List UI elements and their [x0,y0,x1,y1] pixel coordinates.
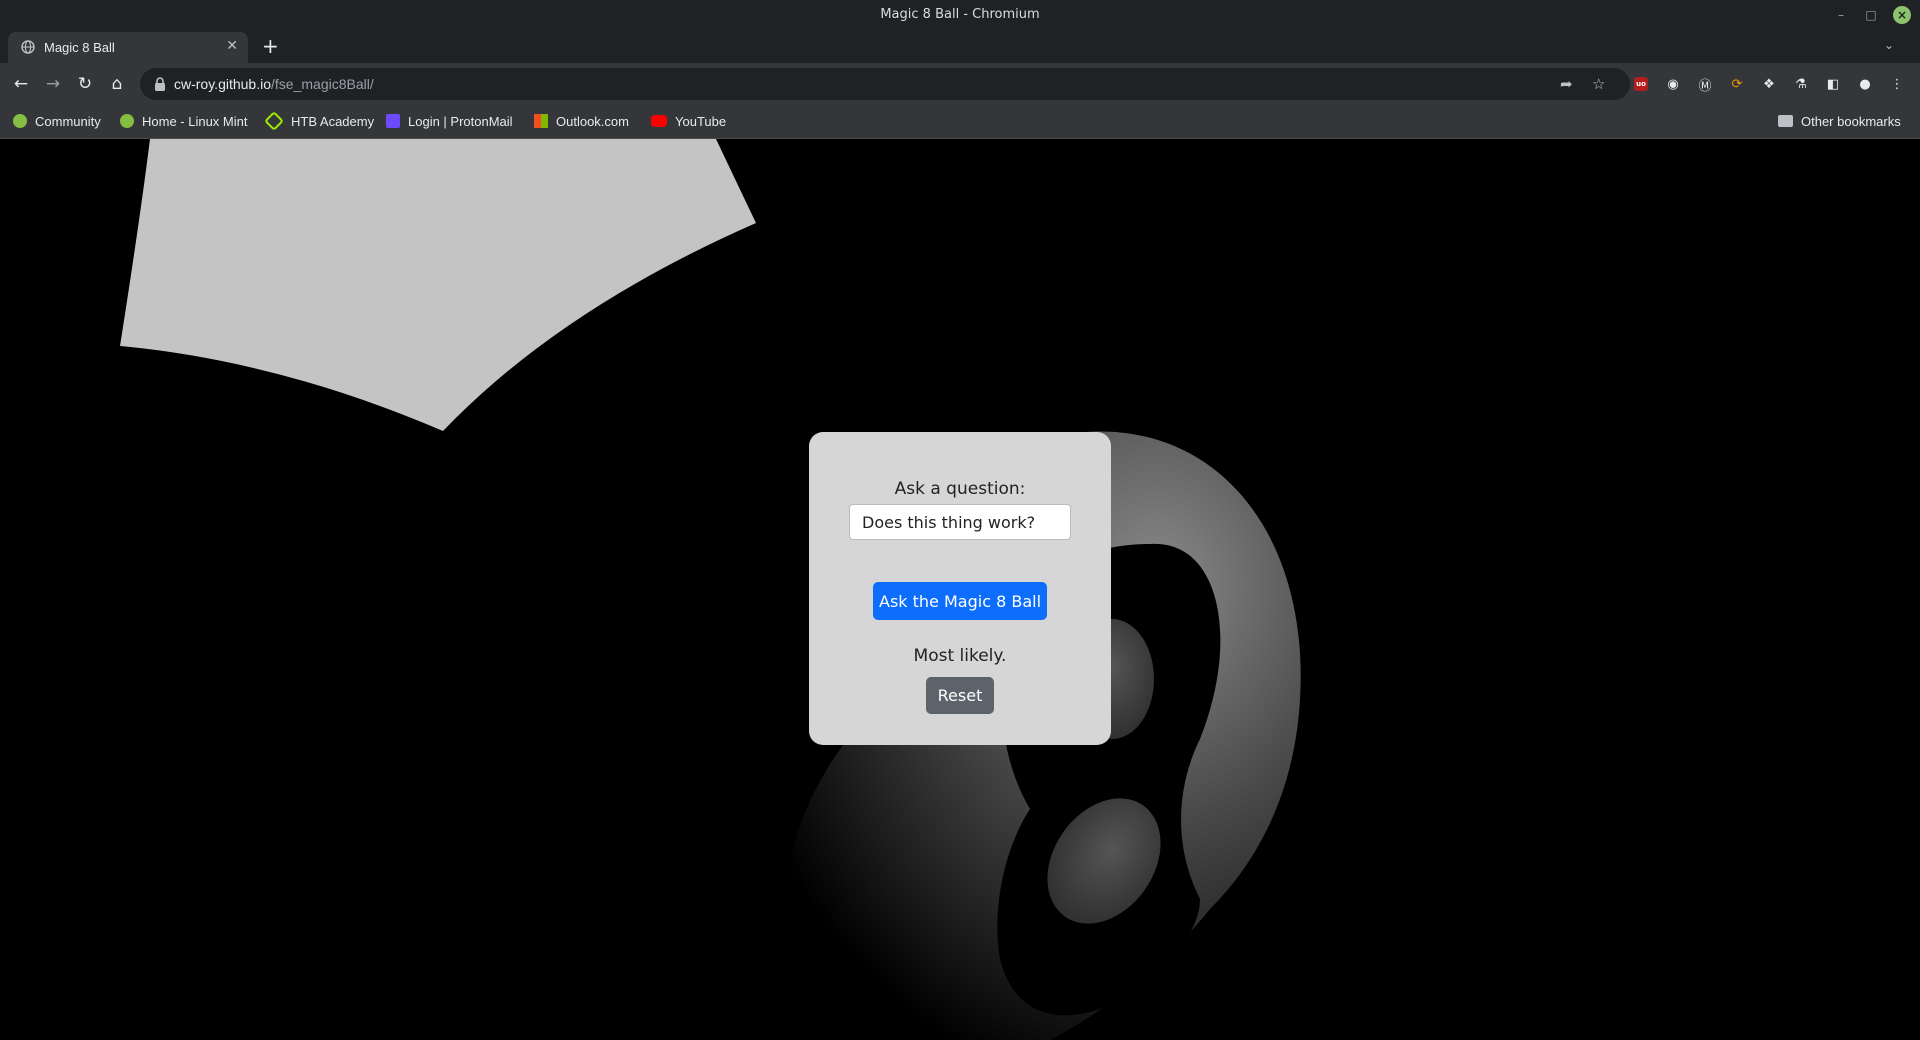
share-icon[interactable]: ➦ [1560,75,1573,93]
ask-button[interactable]: Ask the Magic 8 Ball [873,582,1047,620]
bookmark-home-linux-mint[interactable]: Home - Linux Mint [120,112,247,130]
bookmark-label: Home - Linux Mint [142,113,248,129]
bookmark-community[interactable]: Community [13,112,101,130]
question-input[interactable] [849,504,1071,540]
bookmark-label: Outlook.com [556,113,629,129]
linux-mint-icon [120,114,134,128]
youtube-icon [651,115,667,127]
wappalyzer-icon[interactable]: Ⓜ [1694,73,1716,95]
bookmark-htb-academy[interactable]: HTB Academy [264,111,375,131]
answer-text: Most likely. [913,646,1007,666]
side-panel-icon[interactable]: ◧ [1822,73,1844,95]
protonmail-icon [386,114,400,128]
labs-flask-icon[interactable]: ⚗ [1790,73,1812,95]
question-label: Ask a question: [894,479,1026,499]
lock-icon[interactable] [154,77,166,91]
extensions-puzzle-icon[interactable]: ❖ [1758,73,1780,95]
reload-icon[interactable]: ↻ [75,74,95,94]
close-tab-icon[interactable]: ✕ [226,38,238,54]
owl-extension-icon[interactable]: ◉ [1662,73,1684,95]
tab-magic-8-ball[interactable]: Magic 8 Ball ✕ [8,32,248,63]
tab-title: Magic 8 Ball [44,40,115,55]
address-bar[interactable]: cw-roy.github.io/fse_magic8Ball/ ➦ ☆ [140,68,1630,100]
browser-toolbar: ← → ↻ ⌂ cw-roy.github.io/fse_magic8Ball/… [0,63,1920,105]
window-title: Magic 8 Ball - Chromium [880,7,1040,22]
reset-button[interactable]: Reset [926,677,994,714]
other-bookmarks[interactable]: Other bookmarks [1778,112,1901,130]
bookmarks-bar: Community Home - Linux Mint HTB Academy … [0,105,1920,139]
tab-search-chevron-icon[interactable]: ⌄ [1884,38,1894,52]
url-text: cw-roy.github.io/fse_magic8Ball/ [174,76,374,92]
bookmark-outlook[interactable]: Outlook.com [534,112,629,130]
bookmark-label: YouTube [675,113,727,129]
url-path: /fse_magic8Ball/ [271,76,374,92]
new-tab-icon[interactable]: + [262,36,279,56]
color-extension-icon[interactable]: ⟳ [1726,73,1748,95]
bookmark-star-icon[interactable]: ☆ [1592,75,1605,93]
window-title-bar: Magic 8 Ball - Chromium – □ × [0,0,1920,30]
page-content: Ask a question: Ask the Magic 8 Ball Mos… [0,139,1920,1040]
close-window-icon[interactable]: × [1893,6,1911,24]
url-host: cw-roy.github.io [174,76,272,92]
ublock-origin-icon[interactable]: uo [1630,73,1652,95]
question-card: Ask a question: Ask the Magic 8 Ball Mos… [809,432,1111,745]
profile-avatar-icon[interactable]: ● [1854,73,1876,95]
htb-icon [264,111,284,131]
grey-wedge-shape [120,139,756,431]
outlook-icon [534,114,548,128]
maximize-icon[interactable]: □ [1862,6,1880,24]
folder-icon [1778,115,1793,127]
home-icon[interactable]: ⌂ [107,74,127,94]
forward-arrow-icon[interactable]: → [43,74,63,94]
bookmark-label: HTB Academy [291,113,375,129]
bookmark-youtube[interactable]: YouTube [651,112,726,130]
bookmark-protonmail[interactable]: Login | ProtonMail [386,112,513,130]
bookmark-label: Login | ProtonMail [408,113,513,129]
bookmark-label: Community [35,113,101,129]
other-bookmarks-label: Other bookmarks [1801,113,1901,129]
linux-mint-icon [13,114,27,128]
back-arrow-icon[interactable]: ← [11,74,31,94]
tab-strip: Magic 8 Ball ✕ [0,30,1920,63]
minimize-icon[interactable]: – [1832,6,1850,24]
globe-icon [21,40,35,54]
kebab-menu-icon[interactable]: ⋮ [1886,73,1908,95]
